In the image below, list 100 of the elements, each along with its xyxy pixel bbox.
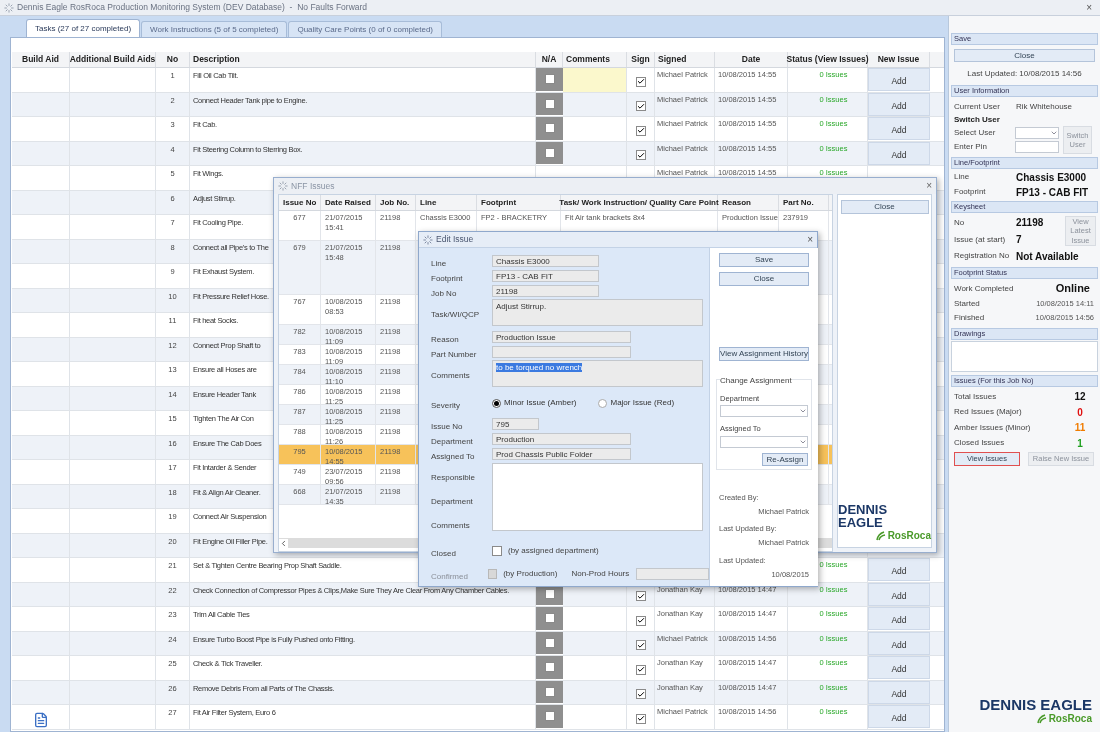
text-field[interactable]: Chassis E3000: [492, 254, 599, 267]
field-label: Enter Pin: [954, 141, 987, 153]
pin-field[interactable]: [1015, 141, 1059, 153]
field-label: Footprint: [954, 186, 987, 198]
checkbox[interactable]: [635, 101, 646, 112]
text-area[interactable]: to be torqued no wrench: [492, 360, 703, 387]
text-field[interactable]: [492, 345, 631, 358]
add-button[interactable]: Add: [868, 141, 930, 165]
document-icon[interactable]: [32, 711, 49, 728]
add-button[interactable]: Add: [868, 92, 930, 116]
last-updated: Last Updated: 10/08/2015 14:56: [967, 68, 1082, 80]
reassign-button[interactable]: Re-Assign: [762, 452, 808, 466]
checkbox[interactable]: [635, 713, 646, 724]
add-button[interactable]: Add: [868, 117, 930, 140]
add-button[interactable]: Add: [868, 558, 930, 581]
add-button[interactable]: Add: [868, 68, 930, 91]
tab[interactable]: Tasks (27 of 27 completed): [26, 19, 141, 37]
column-header: Reason: [722, 196, 751, 209]
checkbox[interactable]: [544, 662, 555, 673]
add-button[interactable]: Add: [868, 631, 930, 655]
field-label: Registration No: [954, 250, 1011, 262]
checkbox[interactable]: [544, 711, 555, 722]
text-field[interactable]: FP13 - CAB FIT: [492, 269, 599, 282]
text-area[interactable]: Adjust Stirrup.: [492, 299, 703, 326]
column-header: Task/ Work Instruction/ Quality Care Point: [559, 196, 719, 209]
comment-field[interactable]: [563, 68, 627, 92]
field-label: Comments: [431, 371, 470, 380]
tab[interactable]: Quality Care Points (0 of 0 completed): [288, 21, 443, 37]
logo-subtitle: RosRoca: [1048, 714, 1092, 724]
logo-mark-icon: [875, 531, 886, 541]
column-header: No: [166, 53, 179, 66]
add-button[interactable]: Add: [868, 680, 930, 704]
checkbox[interactable]: [492, 546, 502, 556]
window-title: Dennis Eagle RosRoca Production Monitoring System (DEV Database) - No Faults Forward: [17, 1, 368, 14]
field-label: Job No: [431, 288, 457, 298]
field-label: Line: [431, 258, 447, 268]
checkbox[interactable]: [544, 686, 555, 697]
button[interactable]: Close: [719, 272, 809, 286]
field-label: Finished: [954, 312, 985, 324]
spinner-icon: [4, 2, 14, 13]
checkbox[interactable]: [544, 637, 555, 648]
button[interactable]: Save: [719, 253, 809, 267]
radio-button[interactable]: [492, 398, 501, 408]
checkbox[interactable]: [544, 98, 555, 109]
add-button[interactable]: Add: [868, 656, 930, 679]
column-header: Job No.: [380, 196, 410, 209]
field-label: Severity: [431, 401, 460, 410]
field-label: Confirmed: [431, 572, 468, 581]
radio-label: Minor Issue (Amber): [504, 397, 577, 409]
field-value: 7: [1016, 233, 1022, 247]
checkbox[interactable]: [635, 150, 646, 161]
add-button[interactable]: Add: [868, 607, 930, 630]
issue-count: 1: [1076, 436, 1084, 451]
logo-subtitle: RosRoca: [887, 531, 931, 541]
issue-count: 11: [1073, 421, 1087, 436]
view-history-button[interactable]: View Assignment History: [719, 347, 809, 361]
text-field[interactable]: [636, 568, 709, 580]
logo-name: DENNIS EAGLE: [838, 503, 888, 529]
radio-button[interactable]: [598, 398, 608, 408]
add-button[interactable]: Add: [868, 582, 930, 606]
checkbox-label: (by assigned department): [508, 545, 599, 557]
field-label: Footprint: [431, 273, 463, 283]
scroll-left-icon[interactable]: [279, 538, 288, 548]
field-value: 21198: [1016, 216, 1044, 230]
checkbox[interactable]: [635, 125, 646, 136]
close-button[interactable]: Close: [840, 200, 929, 214]
column-header: Status (View Issues): [786, 53, 869, 66]
text-field[interactable]: Prod Chassis Public Folder: [492, 447, 631, 460]
field-label: No: [954, 216, 966, 229]
checkbox[interactable]: [635, 76, 646, 87]
close-button[interactable]: ×: [926, 181, 932, 191]
field-label: Task/WI/QCP: [431, 310, 479, 319]
spinner-icon: [278, 181, 288, 191]
field-label: Part Number: [431, 349, 477, 359]
column-header: Date: [741, 53, 761, 66]
checkbox[interactable]: [635, 664, 646, 675]
checkbox[interactable]: [544, 613, 555, 624]
checkbox[interactable]: [544, 147, 555, 158]
text-field[interactable]: Production Issue: [492, 330, 631, 343]
text-field[interactable]: 21198: [492, 284, 599, 297]
column-header: Signed: [658, 53, 687, 66]
column-header: Issue No: [283, 196, 317, 209]
checkbox[interactable]: [544, 74, 555, 85]
column-header: Line: [420, 196, 437, 209]
checkbox[interactable]: [635, 689, 646, 700]
field-value: FP13 - CAB FIT: [1016, 185, 1089, 200]
checkbox[interactable]: [544, 588, 555, 599]
add-button[interactable]: Add: [868, 705, 930, 728]
checkbox[interactable]: [635, 615, 646, 626]
tab[interactable]: Work Instructions (5 of 5 completed): [141, 21, 288, 37]
close-button[interactable]: ×: [1086, 2, 1092, 13]
text-field[interactable]: 795: [492, 417, 539, 430]
radio-label: Major Issue (Red): [610, 397, 675, 409]
checkbox[interactable]: [635, 640, 646, 651]
column-header: Build Aid: [22, 53, 59, 66]
field-label: Select User: [954, 127, 996, 139]
text-field[interactable]: Production: [492, 432, 631, 445]
checkbox[interactable]: [544, 123, 555, 134]
close-button[interactable]: Close: [954, 49, 1095, 62]
checkbox[interactable]: [635, 591, 646, 602]
